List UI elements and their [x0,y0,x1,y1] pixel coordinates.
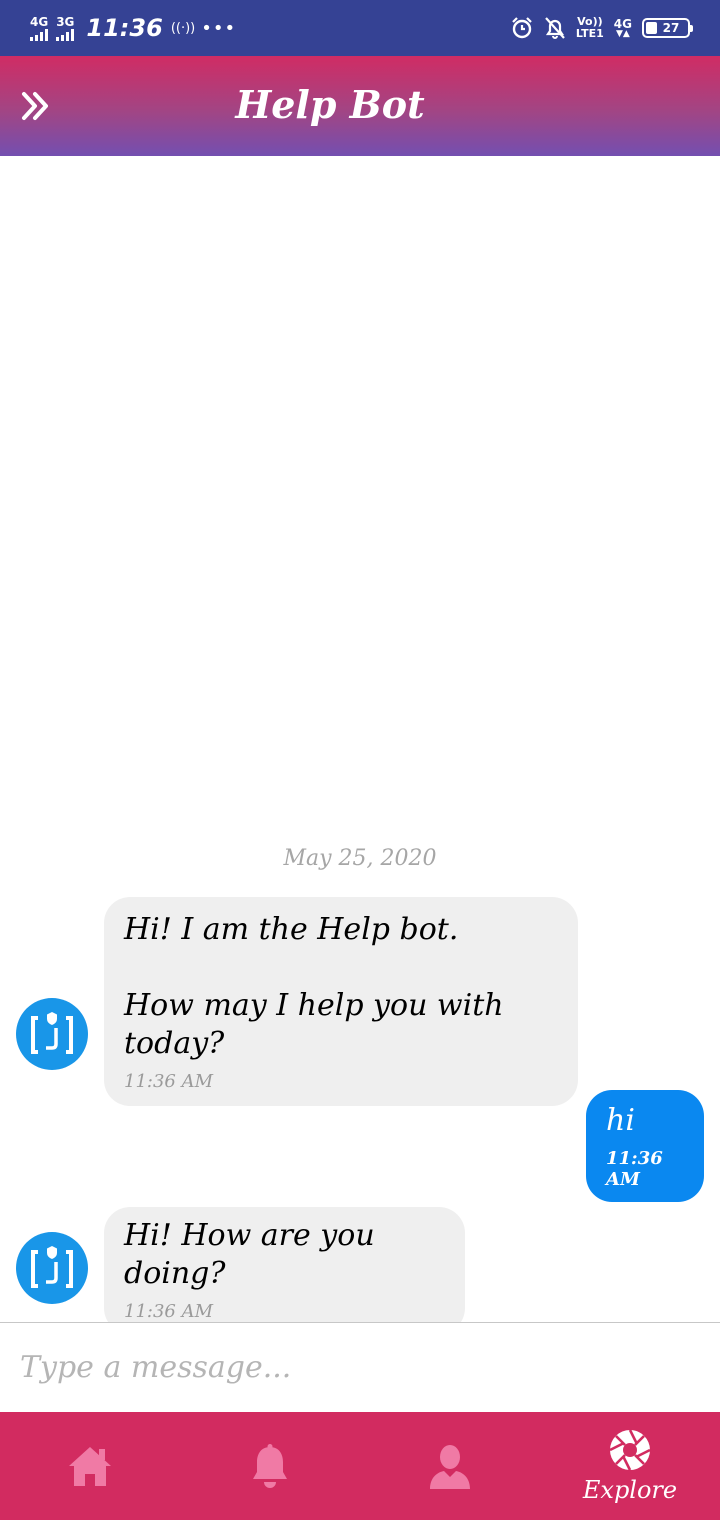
nav-home[interactable] [0,1412,180,1520]
message-time: 11:36 AM [124,1071,214,1092]
bot-logo-icon [31,1246,73,1288]
volte-bottom-label: LTE1 [575,27,604,40]
chat-area[interactable]: May 25, 2020 Hi! I am the Help bot. How … [0,156,720,1334]
data-network-label: 4G [613,16,632,31]
battery-icon: 27 [642,18,693,38]
date-separator: May 25, 2020 [283,846,437,871]
message-composer [0,1322,720,1412]
volte-indicator: Vo)) LTE1 [576,16,604,40]
message-time: 11:36 AM [606,1148,663,1190]
bottom-nav: Explore [0,1412,720,1520]
message-text: Hi! I am the Help bot. How may I help yo… [124,912,504,1061]
bot-message-bubble: Hi! I am the Help bot. How may I help yo… [104,897,578,1106]
hotspot-icon: ((·)) [170,20,196,36]
bot-avatar [16,1232,88,1304]
status-left: 4G 3G 11:36 ((·)) ••• [30,12,236,44]
aperture-icon [609,1429,651,1471]
bot-avatar [16,998,88,1070]
home-icon [69,1447,111,1486]
app-bar: Help Bot [0,56,720,156]
battery-percent: 27 [662,21,680,35]
sim1-network-label: 4G [30,14,49,29]
signal-bars-icon [30,28,48,41]
user-message-bubble: hi 11:36 AM [586,1090,704,1202]
status-bar: 4G 3G 11:36 ((·)) ••• Vo)) LTE1 4G ▼▲ 27 [0,0,720,56]
sim2-signal: 3G [56,16,74,41]
nav-explore-label: Explore [582,1476,678,1504]
nav-notifications[interactable] [180,1412,360,1520]
message-text: Hi! How are you doing? [124,1218,375,1291]
signal-bars-icon [56,28,75,41]
user-icon [430,1445,470,1489]
message-time: 11:36 AM [124,1301,214,1322]
bell-icon [253,1444,287,1488]
sim1-signal: 4G [30,16,48,41]
message-text: hi [606,1103,635,1138]
battery-fill [646,22,657,34]
bot-message-bubble: Hi! How are you doing? 11:36 AM [104,1207,465,1334]
data-arrows-icon: ▼▲ [615,28,630,39]
notifications-off-icon [545,17,565,39]
nav-profile[interactable] [360,1412,540,1520]
nav-explore[interactable]: Explore [540,1412,720,1520]
status-right: Vo)) LTE1 4G ▼▲ 27 [510,12,693,44]
bot-logo-icon [31,1012,73,1054]
data-network-indicator: 4G ▼▲ [614,18,632,39]
sim2-network-label: 3G [56,14,75,29]
page-title: Help Bot [235,82,425,127]
message-input[interactable] [20,1341,700,1393]
more-notifications-icon: ••• [201,17,237,39]
alarm-icon [512,17,532,39]
status-time: 11:36 [86,14,163,42]
